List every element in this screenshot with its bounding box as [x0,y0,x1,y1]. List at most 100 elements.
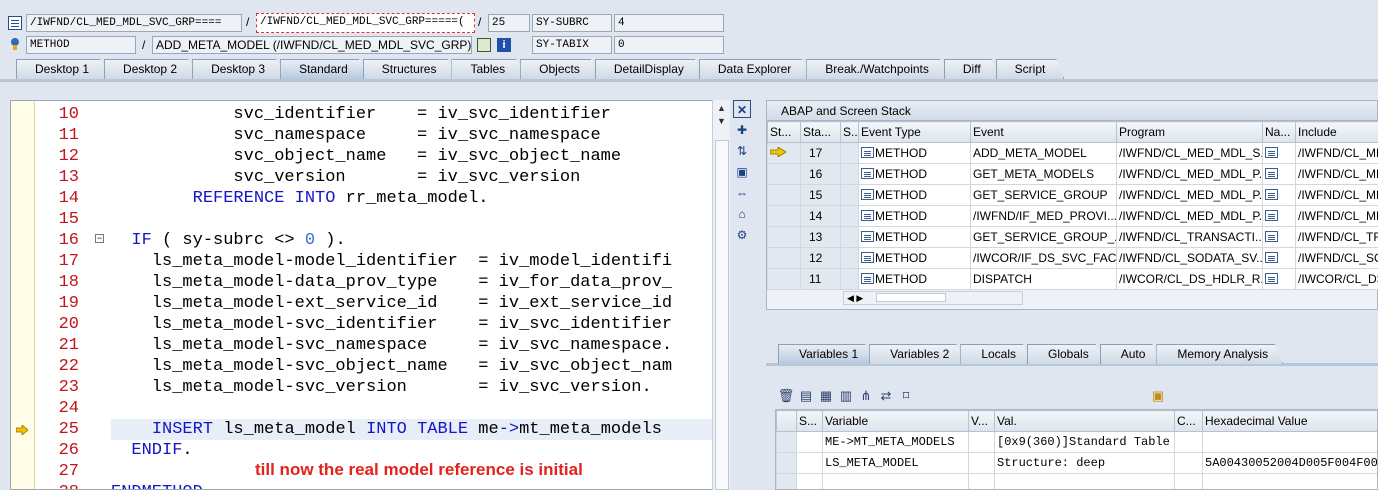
scroll-up-icon[interactable]: ▲ [717,103,726,113]
resize-tool-icon[interactable]: ⇔ [733,184,751,202]
tab-globals[interactable]: Globals [1027,344,1104,364]
stack-row[interactable]: 13 METHOD GET_SERVICE_GROUP_.../IWFND/CL_T… [767,226,1378,248]
stack-row[interactable]: 14 METHOD/IWFND/IF_MED_PROVI.../IWFND/CL_… [767,205,1378,227]
variable-value[interactable]: [0x9(360)]Standard Table [994,431,1175,453]
tab-desktop-2[interactable]: Desktop 2 [104,59,196,79]
stack-col-header[interactable]: Event Type [858,121,971,143]
fold-toggle-icon[interactable]: − [95,234,104,243]
tab-script[interactable]: Script [996,59,1065,79]
line-number-field[interactable]: 25 [488,14,530,32]
stack-navigate[interactable] [1262,205,1296,227]
stack-row[interactable]: 12 METHOD/IWCOR/IF_DS_SVC_FAC.../IWFND/CL… [767,247,1378,269]
event-type-field[interactable]: METHOD [26,36,136,54]
stack-row[interactable]: 17 METHOD ADD_META_MODEL/IWFND/CL_MED_MDL_… [767,142,1378,164]
info-icon[interactable]: i [497,38,511,52]
program-field[interactable]: /IWFND/CL_MED_MDL_SVC_GRP==== [26,14,242,32]
stack-navigate[interactable] [1262,163,1296,185]
tab-diff[interactable]: Diff [944,59,1000,79]
include-field[interactable]: /IWFND/CL_MED_MDL_SVC_GRP=====( [256,13,475,33]
new-tool-icon[interactable]: ✚ [733,121,751,139]
save-icon[interactable]: ▣ [1148,386,1168,406]
stack-col-header[interactable]: S... [840,121,859,143]
tab-desktop-3[interactable]: Desktop 3 [192,59,284,79]
variables-col-header[interactable]: Val. [994,410,1175,432]
stack-program: /IWFND/CL_SODATA_SV... [1116,247,1263,269]
variable-value[interactable]: Structure: deep [994,452,1175,474]
variable-row[interactable]: LS_META_MODEL Structure: deep 5A0043005200… [776,452,1377,474]
settings-tool-icon[interactable]: ⚙ [733,226,751,244]
method-name-field[interactable]: ADD_META_MODEL (/IWFND/CL_MED_MDL_SVC_GR… [152,36,472,54]
navigate-icon[interactable] [1265,147,1278,158]
variables-col-header[interactable]: S... [796,410,823,432]
tab-auto[interactable]: Auto [1100,344,1161,364]
stack-navigate[interactable] [1262,268,1296,290]
sy-subrc-value[interactable]: 4 [614,14,724,32]
navigate-icon[interactable] [1265,252,1278,263]
delete-icon[interactable]: 🗑 [776,386,796,406]
stack-col-header[interactable]: Event [970,121,1117,143]
tab-break-watchpoints[interactable]: Break./Watchpoints [806,59,948,79]
stack-navigate[interactable] [1262,226,1296,248]
variable-name[interactable] [822,473,969,489]
row-selector[interactable] [776,473,797,489]
stack-col-header[interactable]: Program [1116,121,1263,143]
variables-col-header[interactable]: Hexadecimal Value [1202,410,1377,432]
close-tool-icon[interactable]: ✕ [733,100,751,118]
line-number: 17 [58,252,79,271]
swap-tool-icon[interactable]: ⇅ [733,142,751,160]
source-code-editor[interactable]: 10 svc_identifier = iv_svc_identifier 11 … [10,100,730,490]
row-selector[interactable] [776,452,797,474]
tab-variables-1[interactable]: Variables 1 [778,344,873,364]
stack-horizontal-scrollbar[interactable]: ◀ ▶ [843,291,1023,305]
export-icon[interactable]: ▥ [836,386,856,406]
tab-detaildisplay[interactable]: DetailDisplay [595,59,703,79]
editor-vertical-scrollbar[interactable]: ▲ ▼ [712,100,730,490]
services-tool-icon[interactable]: ⌂ [733,205,751,223]
tab-variables-2[interactable]: Variables 2 [869,344,964,364]
goto-icon[interactable]: ⇄ [876,386,896,406]
stack-program: /IWFND/CL_MED_MDL_P... [1116,184,1263,206]
tab-structures[interactable]: Structures [363,59,456,79]
tab-tables[interactable]: Tables [451,59,524,79]
stack-row[interactable]: 11 METHOD DISPATCH/IWCOR/CL_DS_HDLR_R... /I… [767,268,1378,290]
stack-navigate[interactable] [1262,142,1296,164]
tab-standard[interactable]: Standard [280,59,367,79]
variables-col-header[interactable]: Variable [822,410,969,432]
navigate-icon[interactable] [1265,168,1278,179]
tab-objects[interactable]: Objects [520,59,599,79]
variable-value[interactable] [994,473,1175,489]
tab-desktop-1[interactable]: Desktop 1 [16,59,108,79]
variables-col-header[interactable]: V... [968,410,995,432]
stack-col-header[interactable]: Sta... [800,121,841,143]
stack-navigate[interactable] [1262,247,1296,269]
maximize-tool-icon[interactable]: ▣ [733,163,751,181]
stack-navigate[interactable] [1262,184,1296,206]
stack-row[interactable]: 15 METHOD GET_SERVICE_GROUP/IWFND/CL_MED_M… [767,184,1378,206]
stack-row[interactable]: 16 METHOD GET_META_MODELS/IWFND/CL_MED_MDL… [767,163,1378,185]
hierarchy-icon[interactable]: ⋔ [856,386,876,406]
navigate-icon[interactable] [1265,189,1278,200]
code-text: svc_identifier = iv_svc_identifier [111,105,611,124]
stack-col-header[interactable]: Na... [1262,121,1296,143]
filter-icon[interactable]: ⌑ [896,386,916,406]
navigate-icon[interactable] [1265,231,1278,242]
display-object-icon[interactable] [477,38,491,52]
tab-locals[interactable]: Locals [960,344,1031,364]
save-vars-icon[interactable]: ▦ [816,386,836,406]
row-selector[interactable] [776,431,797,453]
navigate-icon[interactable] [1265,210,1278,221]
sy-tabix-value[interactable]: 0 [614,36,724,54]
scroll-thumb[interactable] [715,140,729,490]
stack-col-header[interactable]: St... [767,121,801,143]
tab-memory-analysis[interactable]: Memory Analysis [1156,344,1283,364]
variables-col-header[interactable]: C... [1174,410,1203,432]
variable-row[interactable] [776,473,1377,489]
variable-row[interactable]: ME->MT_META_MODELS [0x9(360)]Standard Tab… [776,431,1377,453]
variable-name[interactable]: LS_META_MODEL [822,452,969,474]
tab-data-explorer[interactable]: Data Explorer [699,59,810,79]
scroll-down-icon[interactable]: ▼ [717,116,726,126]
load-icon[interactable]: ▤ [796,386,816,406]
variable-name[interactable]: ME->MT_META_MODELS [822,431,969,453]
navigate-icon[interactable] [1265,273,1278,284]
stack-col-header[interactable]: Include [1295,121,1378,143]
